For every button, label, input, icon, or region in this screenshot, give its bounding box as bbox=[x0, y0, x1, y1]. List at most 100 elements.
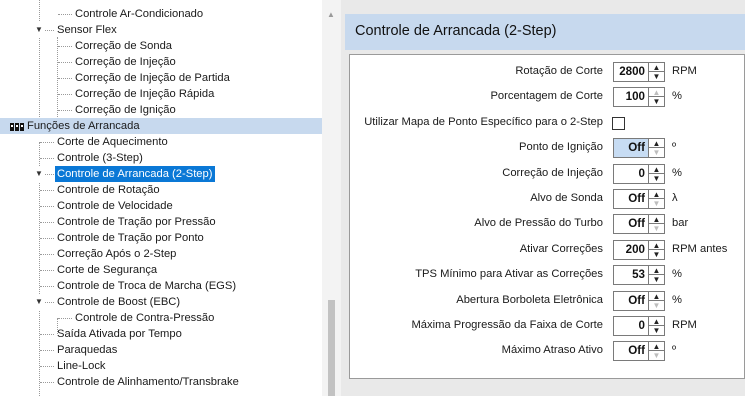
triangle-up-icon[interactable]: ▲ bbox=[649, 317, 664, 326]
tree-item-corte-de-aquecimento[interactable]: Corte de Aquecimento bbox=[0, 134, 320, 150]
setting-value-input[interactable]: Off bbox=[613, 341, 649, 361]
triangle-up-icon[interactable]: ▲ bbox=[649, 266, 664, 275]
triangle-down-icon[interactable]: ▼ bbox=[649, 326, 664, 335]
tree-branch-line bbox=[40, 270, 54, 271]
tree-item-saida-ativada-por-tempo[interactable]: Saída Ativada por Tempo bbox=[0, 326, 320, 342]
setting-spinner[interactable]: ▲ ▼ bbox=[649, 240, 665, 260]
setting-spinner[interactable]: ▲ ▼ bbox=[649, 341, 665, 361]
setting-row-ativar-correcoes: Ativar Correções 200 ▲ ▼ RPM antes bbox=[350, 239, 745, 263]
setting-value-input[interactable]: 53 bbox=[613, 265, 649, 285]
triangle-down-icon[interactable]: ▼ bbox=[34, 294, 44, 310]
tree-item-label: Controle de Arrancada (2-Step) bbox=[55, 166, 216, 182]
setting-value-input[interactable]: Off bbox=[613, 138, 649, 158]
triangle-up-icon[interactable]: ▲ bbox=[649, 215, 664, 224]
triangle-down-icon[interactable]: ▼ bbox=[34, 166, 44, 182]
tree-item-controle-de-boost-ebc[interactable]: ▼ Controle de Boost (EBC) bbox=[0, 294, 320, 310]
tree-item-correcao-de-injecao[interactable]: Correção de Injeção bbox=[0, 54, 320, 70]
tree-item-controle-ar-condicionado[interactable]: Controle Ar-Condicionado bbox=[0, 6, 320, 22]
setting-value-input[interactable]: 2800 bbox=[613, 62, 649, 82]
tree-item-funcoes-de-arrancada[interactable]: Funções de Arrancada bbox=[0, 118, 322, 134]
tree-item-controle-de-tracao-por-pressao[interactable]: Controle de Tração por Pressão bbox=[0, 214, 320, 230]
triangle-up-icon[interactable]: ▲ bbox=[649, 342, 664, 351]
triangle-up-icon[interactable]: ▲ bbox=[649, 165, 664, 174]
triangle-down-icon[interactable]: ▼ bbox=[649, 97, 664, 106]
setting-value-input[interactable]: Off bbox=[613, 214, 649, 234]
triangle-up-icon[interactable]: ▲ bbox=[649, 63, 664, 72]
tree-item-controle-de-tracao-por-ponto[interactable]: Controle de Tração por Ponto bbox=[0, 230, 320, 246]
tree-item-controle-de-velocidade[interactable]: Controle de Velocidade bbox=[0, 198, 320, 214]
tree-item-controle-de-contra-pressao[interactable]: Controle de Contra-Pressão bbox=[0, 310, 320, 326]
setting-value-input[interactable]: 100 bbox=[613, 87, 649, 107]
setting-row-ponto-de-ignicao: Ponto de Ignição Off ▲ ▼ º bbox=[350, 137, 745, 161]
tree-item-controle-de-rotacao[interactable]: Controle de Rotação bbox=[0, 182, 320, 198]
tree-item-label: Controle (3-Step) bbox=[57, 152, 143, 164]
setting-unit: λ bbox=[672, 192, 678, 204]
setting-value-input[interactable]: Off bbox=[613, 291, 649, 311]
triangle-up-icon[interactable]: ▲ bbox=[649, 139, 664, 148]
setting-checkbox[interactable] bbox=[612, 117, 625, 130]
setting-unit: % bbox=[672, 268, 682, 280]
pin-header-icon bbox=[10, 121, 24, 131]
tree-item-correcao-apos-o-2-step[interactable]: Correção Após o 2-Step bbox=[0, 246, 320, 262]
triangle-down-icon[interactable]: ▼ bbox=[649, 250, 664, 259]
setting-value-input[interactable]: 200 bbox=[613, 240, 649, 260]
setting-spinner[interactable]: ▲ ▼ bbox=[649, 62, 665, 82]
setting-spinner[interactable]: ▲ ▼ bbox=[649, 164, 665, 184]
tree-item-paraquedas[interactable]: Paraquedas bbox=[0, 342, 320, 358]
scroll-up-icon[interactable]: ▲ bbox=[327, 10, 335, 19]
tree-item-corte-de-seguranca[interactable]: Corte de Segurança bbox=[0, 262, 320, 278]
triangle-down-icon[interactable]: ▼ bbox=[649, 148, 664, 157]
setting-value-input[interactable]: 0 bbox=[613, 316, 649, 336]
triangle-down-icon[interactable]: ▼ bbox=[649, 224, 664, 233]
tree-item-sensor-flex[interactable]: ▼ Sensor Flex bbox=[0, 22, 320, 38]
tree-item-correcao-de-injecao-rapida[interactable]: Correção de Injeção Rápida bbox=[0, 86, 320, 102]
setting-spinner[interactable]: ▲ ▼ bbox=[649, 291, 665, 311]
setting-label: Abertura Borboleta Eletrônica bbox=[456, 294, 603, 306]
tree-item-correcao-de-ignicao[interactable]: Correção de Ignição bbox=[0, 102, 320, 118]
triangle-up-icon[interactable]: ▲ bbox=[649, 88, 664, 97]
tree-item-label: Line-Lock bbox=[57, 360, 106, 372]
tree-branch-line bbox=[58, 46, 72, 47]
triangle-down-icon[interactable]: ▼ bbox=[34, 22, 44, 38]
triangle-down-icon[interactable]: ▼ bbox=[649, 199, 664, 208]
setting-row-tps-minimo-para-ativar-as-correcoes: TPS Mínimo para Ativar as Correções 53 ▲ ▼% bbox=[350, 264, 745, 288]
setting-spinner[interactable]: ▲ ▼ bbox=[649, 214, 665, 234]
triangle-up-icon[interactable]: ▲ bbox=[649, 292, 664, 301]
tree-branch-line bbox=[58, 110, 72, 111]
triangle-down-icon[interactable]: ▼ bbox=[649, 275, 664, 284]
setting-unit: º bbox=[672, 141, 677, 153]
setting-row-correcao-de-injecao: Correção de Injeção 0 ▲ ▼% bbox=[350, 163, 745, 187]
tree-item-label: Controle Ar-Condicionado bbox=[75, 8, 204, 20]
setting-spinner[interactable]: ▲ ▼ bbox=[649, 189, 665, 209]
triangle-down-icon[interactable]: ▼ bbox=[649, 72, 664, 81]
setting-value-input[interactable]: Off bbox=[613, 189, 649, 209]
tree-scrollbar[interactable]: ▲ bbox=[322, 0, 341, 396]
setting-value-input[interactable]: 0 bbox=[613, 164, 649, 184]
tree-item-label: Correção Após o 2-Step bbox=[57, 248, 177, 260]
tree-item-label: Funções de Arrancada bbox=[27, 120, 140, 132]
triangle-down-icon[interactable]: ▼ bbox=[649, 351, 664, 360]
tree-item-controle-de-troca-de-marcha-egs[interactable]: Controle de Troca de Marcha (EGS) bbox=[0, 278, 320, 294]
setting-spinner[interactable]: ▲ ▼ bbox=[649, 138, 665, 158]
setting-label: Ponto de Ignição bbox=[519, 141, 603, 153]
tree-item-controle-de-arrancada-2-step[interactable]: ▼ Controle de Arrancada (2-Step) bbox=[0, 166, 320, 182]
setting-label: Máximo Atraso Ativo bbox=[501, 344, 603, 356]
triangle-up-icon[interactable]: ▲ bbox=[649, 190, 664, 199]
setting-label: Correção de Injeção bbox=[502, 167, 603, 179]
tree-item-controle-de-alinhamento-transbrake[interactable]: Controle de Alinhamento/Transbrake bbox=[0, 374, 320, 390]
tree-branch-line bbox=[40, 190, 54, 191]
tree-item-label: Controle de Tração por Ponto bbox=[57, 232, 204, 244]
tree-branch-line bbox=[40, 222, 54, 223]
tree-item-line-lock[interactable]: Line-Lock bbox=[0, 358, 320, 374]
tree-item-correcao-de-injecao-de-partida[interactable]: Correção de Injeção de Partida bbox=[0, 70, 320, 86]
tree-item-controle-3-step[interactable]: Controle (3-Step) bbox=[0, 150, 320, 166]
setting-spinner[interactable]: ▲ ▼ bbox=[649, 265, 665, 285]
setting-unit: º bbox=[672, 344, 677, 356]
tree-item-correcao-de-sonda[interactable]: Correção de Sonda bbox=[0, 38, 320, 54]
setting-spinner[interactable]: ▲ ▼ bbox=[649, 87, 665, 107]
triangle-down-icon[interactable]: ▼ bbox=[649, 174, 664, 183]
setting-spinner[interactable]: ▲ ▼ bbox=[649, 316, 665, 336]
triangle-down-icon[interactable]: ▼ bbox=[649, 301, 664, 310]
tree-scrollbar-thumb[interactable] bbox=[328, 300, 335, 396]
triangle-up-icon[interactable]: ▲ bbox=[649, 241, 664, 250]
